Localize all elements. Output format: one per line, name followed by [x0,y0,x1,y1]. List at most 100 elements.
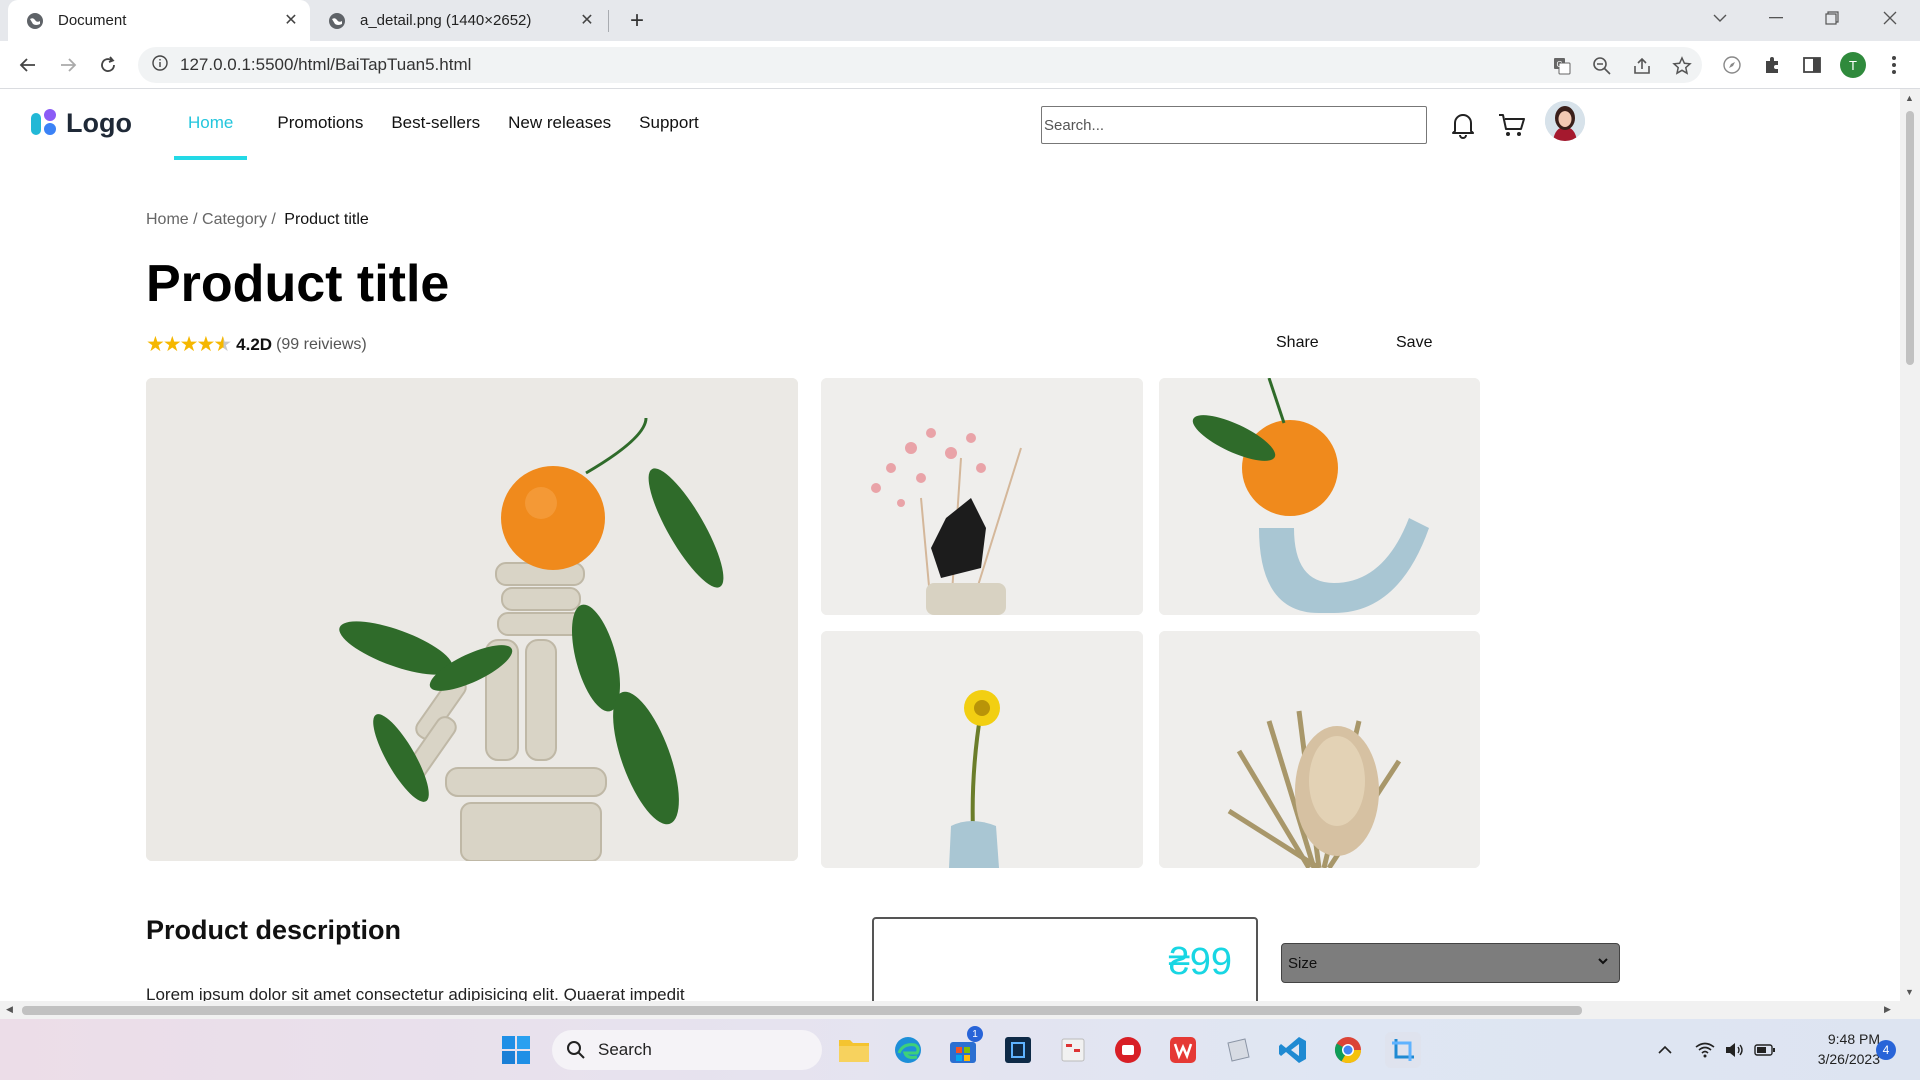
terminal-app-icon[interactable] [1000,1032,1036,1068]
main-nav: Home Promotions Best-sellers New release… [174,89,713,160]
rating-value: 4.2D [236,334,273,354]
bell-icon[interactable] [1447,109,1479,141]
horizontal-scroll-thumb[interactable] [22,1006,1582,1015]
chevron-up-icon[interactable] [1654,1039,1676,1061]
scroll-down-arrow-icon[interactable]: ▼ [1905,987,1914,997]
vertical-scrollbar[interactable]: ▲ ▼ [1900,89,1920,1001]
forward-button[interactable] [52,49,84,81]
tab-document[interactable]: Document ✕ [8,0,310,41]
taskbar-search-label: Search [598,1040,652,1059]
clock-date: 3/26/2023 [1817,1051,1880,1067]
bookmark-star-icon[interactable] [1672,56,1692,76]
search-input[interactable] [1041,106,1427,144]
nav-promotions[interactable]: Promotions [263,89,377,157]
microsoft-store-icon[interactable]: 1 [945,1026,983,1068]
reload-button[interactable] [92,49,124,81]
tab-title: Document [58,12,127,29]
size-select-value: Size [1288,954,1318,972]
main-product-image[interactable] [146,378,798,861]
snipping-app-icon[interactable] [1055,1032,1091,1068]
price-box: ₴99 [872,917,1258,1001]
gallery-image-orange-blue-clay[interactable] [1159,378,1480,615]
chrome-icon[interactable] [1330,1032,1366,1068]
wifi-icon[interactable] [1694,1039,1716,1061]
tab-separator [608,10,609,32]
logo-mark-icon [30,107,60,139]
windows-start-icon[interactable] [498,1032,534,1068]
snipping-tool-icon[interactable] [1385,1032,1421,1068]
description-text: Lorem ipsum dolor sit amet consectetur a… [146,985,685,1001]
description-title: Product description [146,915,402,945]
gallery-image-dried-flowers[interactable] [821,378,1143,615]
vscode-icon[interactable] [1275,1032,1311,1068]
vertical-scroll-thumb[interactable] [1906,111,1914,365]
tab-search-icon[interactable] [1698,0,1742,36]
extensions-puzzle-icon[interactable] [1756,49,1788,81]
logo-text: Logo [66,107,132,138]
gallery-image-yellow-flower[interactable] [821,631,1143,868]
clock-time: 9:48 PM [1827,1031,1880,1047]
menu-kebab-icon[interactable] [1878,49,1910,81]
new-tab-button[interactable]: + [622,6,652,36]
chevron-down-icon [1597,954,1609,970]
scrollbar-corner [1900,1001,1920,1019]
nav-new-releases[interactable]: New releases [494,89,625,157]
system-clock[interactable]: 9:48 PM 3/26/2023 [1796,1029,1880,1069]
file-explorer-icon[interactable] [836,1032,872,1068]
product-rating: ★ ★ ★ ★ ★ 4.2D (99 reiviews) [146,334,367,355]
red-app-icon[interactable] [1110,1032,1146,1068]
store-badge: 1 [967,1026,983,1042]
size-select[interactable]: Size [1281,943,1620,983]
share-button[interactable]: Share [1276,334,1319,352]
site-header: Logo Home Promotions Best-sellers New re… [0,89,1900,160]
price: ₴99 [1168,941,1232,983]
close-window-button[interactable] [1868,0,1912,36]
nav-support[interactable]: Support [625,89,713,157]
zoom-icon[interactable] [1592,56,1612,76]
notepad-icon[interactable] [1220,1032,1256,1068]
cart-icon[interactable] [1496,109,1528,141]
tab-image[interactable]: a_detail.png (1440×2652) ✕ [314,0,606,41]
page-title: Product title [146,255,450,313]
side-panel-icon[interactable] [1796,49,1828,81]
wps-office-icon[interactable] [1165,1032,1201,1068]
browser-toolbar: 127.0.0.1:5500/html/BaiTapTuan5.html G T [0,41,1920,89]
info-icon[interactable] [152,54,168,76]
half-star-icon: ★ [213,333,233,356]
taskbar-search[interactable]: Search [552,1030,822,1070]
search-icon [567,1041,585,1059]
restore-button[interactable] [1810,0,1854,36]
nav-home[interactable]: Home [174,89,248,160]
save-button[interactable]: Save [1396,334,1432,352]
taskbar: Search 1 9:48 PM 3/26/2023 4 [0,1019,1920,1080]
profile-avatar[interactable]: T [1840,52,1866,78]
battery-icon[interactable] [1754,1039,1776,1061]
svg-text:G: G [1557,60,1563,69]
breadcrumb-current: Product title [284,211,369,228]
translate-icon[interactable]: G [1552,56,1572,76]
scroll-up-arrow-icon[interactable]: ▲ [1905,93,1914,103]
close-tab-icon[interactable]: ✕ [282,11,300,29]
gallery-image-protea[interactable] [1159,631,1480,868]
review-count[interactable]: (99 reiviews) [276,336,367,354]
user-avatar[interactable] [1545,101,1585,141]
globe-icon [328,12,346,30]
share-icon[interactable] [1632,56,1652,76]
extension-compass-icon[interactable] [1716,49,1748,81]
notification-badge[interactable]: 4 [1876,1040,1896,1060]
minimize-button[interactable] [1754,0,1798,36]
browser-tab-bar: Document ✕ a_detail.png (1440×2652) ✕ + [0,0,1920,41]
site-logo[interactable]: Logo [30,107,132,139]
edge-icon[interactable] [890,1032,926,1068]
nav-best-sellers[interactable]: Best-sellers [377,89,494,157]
scroll-left-arrow-icon[interactable]: ◀ [6,1004,13,1015]
breadcrumb-path[interactable]: Home / Category / [146,211,280,228]
scroll-right-arrow-icon[interactable]: ▶ [1884,1004,1891,1015]
close-tab-icon[interactable]: ✕ [578,11,596,29]
url-text: 127.0.0.1:5500/html/BaiTapTuan5.html [180,55,472,74]
address-bar[interactable]: 127.0.0.1:5500/html/BaiTapTuan5.html G [138,47,1702,83]
back-button[interactable] [12,49,44,81]
tab-title: a_detail.png (1440×2652) [360,12,532,29]
horizontal-scrollbar[interactable]: ◀ ▶ [0,1001,1900,1019]
volume-icon[interactable] [1724,1039,1746,1061]
